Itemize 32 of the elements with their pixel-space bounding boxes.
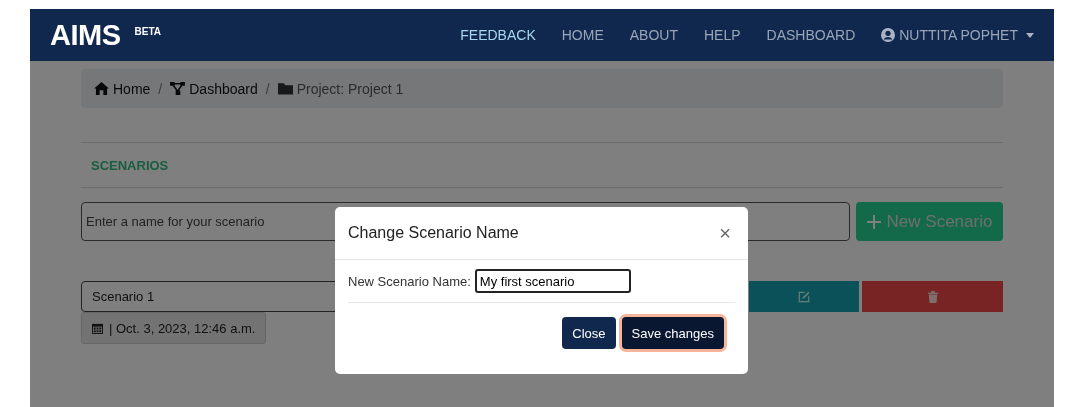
user-menu[interactable]: NUTTITA POPHET (899, 27, 1018, 43)
trash-icon (926, 290, 939, 303)
network-icon (170, 82, 186, 95)
breadcrumb-link[interactable]: Home (113, 80, 151, 97)
folder-icon (277, 82, 293, 95)
dialog-title: Change Scenario Name (348, 224, 519, 242)
save-button[interactable]: Save changes (621, 317, 724, 349)
beta-label: BETA (134, 25, 161, 37)
home-icon (94, 82, 109, 95)
nav-link[interactable]: HELP (704, 27, 741, 43)
nav-link[interactable]: DASHBOARD (766, 27, 856, 43)
nav-link[interactable]: ABOUT (629, 27, 678, 43)
breadcrumb-separator: / (158, 80, 163, 97)
date-text: | Oct. 3, 2023, 12:46 a.m. (109, 320, 256, 336)
close-button[interactable]: Close (562, 317, 616, 349)
brand-logo[interactable]: AIMS (50, 18, 121, 52)
delete-button[interactable] (862, 281, 1003, 312)
close-button[interactable]: × (715, 221, 735, 245)
caret-icon (1026, 32, 1034, 38)
section-title: SCENARIOS (91, 158, 169, 173)
current-page-title: Project: Project 1 (296, 80, 404, 97)
calendar-icon (92, 322, 103, 334)
new-name-field[interactable]: My first scenario (474, 269, 631, 293)
edit-icon (798, 290, 810, 303)
nav-link[interactable]: FEEDBACK (460, 27, 536, 43)
breadcrumb-link[interactable]: Dashboard (189, 80, 258, 97)
plus-icon (866, 214, 881, 229)
nav-link[interactable]: HOME (561, 27, 604, 43)
user-icon (881, 28, 896, 42)
field-label: New Scenario Name: (348, 273, 471, 289)
breadcrumb-separator: / (265, 80, 270, 97)
edit-button[interactable] (749, 281, 859, 312)
